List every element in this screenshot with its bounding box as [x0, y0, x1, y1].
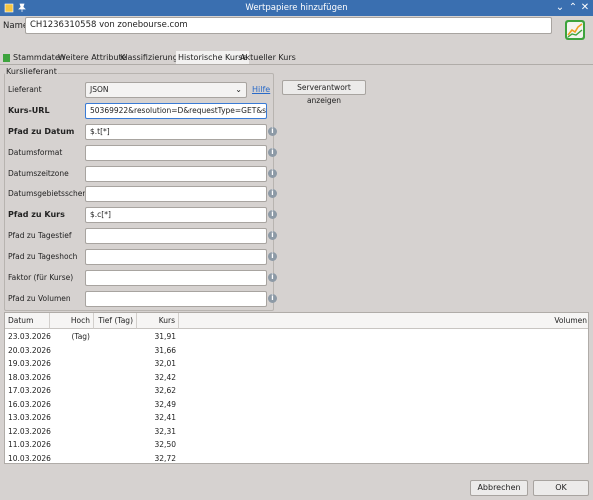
info-icon[interactable]: i — [268, 169, 277, 178]
cell-price: 32,41 — [154, 413, 176, 422]
info-icon[interactable]: i — [268, 273, 277, 282]
table-row[interactable]: 19.03.2026 32,01 — [5, 357, 588, 371]
date-path-label: Pfad zu Datum — [8, 127, 75, 136]
cell-price: 31,91 — [154, 332, 176, 341]
cell-price: 32,72 — [154, 453, 176, 463]
price-table: Datum Hoch (Tag) Tief (Tag) Kurs Volumen… — [4, 312, 589, 464]
info-icon[interactable]: i — [268, 189, 277, 198]
factor-input[interactable] — [85, 270, 267, 286]
high-path-input[interactable] — [85, 249, 267, 265]
volume-path-input[interactable] — [85, 291, 267, 307]
price-path-input[interactable]: $.c[*] — [85, 207, 267, 223]
pin-icon[interactable] — [17, 3, 27, 13]
info-icon[interactable]: i — [268, 210, 277, 219]
column-header-low[interactable]: Tief (Tag) — [94, 313, 137, 329]
help-link[interactable]: Hilfe — [252, 83, 270, 97]
time-zone-label: Datumszeitzone — [8, 169, 69, 178]
date-locale-label: Datumsgebietsschema — [8, 189, 95, 198]
maximize-icon[interactable]: ⌃ — [568, 3, 578, 13]
close-icon[interactable]: ✕ — [580, 3, 590, 13]
app-menu-icon[interactable] — [4, 3, 14, 13]
window-title: Wertpapiere hinzufügen — [245, 3, 348, 13]
cell-price: 32,31 — [154, 426, 176, 436]
provider-value: JSON — [90, 85, 109, 94]
stammdaten-tab-icon — [3, 54, 10, 62]
table-row[interactable]: 13.03.2026 32,41 — [5, 411, 588, 425]
column-header-volume[interactable]: Volumen — [179, 313, 588, 329]
provider-label: Lieferant — [8, 85, 42, 94]
title-bar: Wertpapiere hinzufügen ⌄ ⌃ ✕ — [0, 0, 593, 16]
info-icon[interactable]: i — [268, 252, 277, 261]
cell-date: 19.03.2026 — [8, 359, 51, 368]
cell-price: 31,66 — [154, 345, 176, 355]
name-input[interactable]: CH1236310558 von zonebourse.com — [25, 17, 552, 34]
info-icon[interactable]: i — [268, 231, 277, 240]
table-row[interactable]: 12.03.2026 32,31 — [5, 425, 588, 439]
security-logo-icon — [565, 20, 585, 40]
group-title: Kurslieferant — [5, 67, 58, 76]
cell-date: 11.03.2026 — [8, 440, 51, 449]
cell-date: 13.03.2026 — [8, 413, 51, 422]
time-zone-input[interactable] — [85, 166, 267, 182]
minimize-icon[interactable]: ⌄ — [555, 3, 565, 13]
date-locale-input[interactable] — [85, 186, 267, 202]
table-row[interactable]: 23.03.2026 31,91 — [5, 330, 588, 344]
info-icon[interactable]: i — [268, 294, 277, 303]
date-format-label: Datumsformat — [8, 148, 63, 157]
low-path-input[interactable] — [85, 228, 267, 244]
info-icon[interactable]: i — [268, 148, 277, 157]
tab-aktueller-kurs[interactable]: Aktueller Kurs — [238, 51, 298, 65]
table-row[interactable]: 18.03.2026 32,42 — [5, 371, 588, 385]
info-icon[interactable]: i — [268, 127, 277, 136]
column-header-high[interactable]: Hoch (Tag) — [50, 313, 94, 341]
cell-price: 32,49 — [154, 399, 176, 409]
date-path-input[interactable]: $.t[*] — [85, 124, 267, 140]
url-input[interactable]: 50369922&resolution=D&requestType=GET&sr… — [85, 103, 267, 119]
date-format-input[interactable] — [85, 145, 267, 161]
column-header-date[interactable]: Datum — [5, 313, 50, 329]
table-row[interactable]: 17.03.2026 32,62 — [5, 384, 588, 398]
cell-date: 20.03.2026 — [8, 345, 51, 355]
table-row[interactable]: 20.03.2026 31,66 — [5, 344, 588, 358]
show-server-response-button[interactable]: Serverantwort anzeigen — [282, 80, 366, 105]
tab-divider — [0, 64, 593, 65]
table-row[interactable]: 11.03.2026 32,50 — [5, 438, 588, 452]
chevron-down-icon: ⌄ — [235, 85, 242, 94]
cell-date: 17.03.2026 — [8, 386, 51, 395]
price-path-label: Pfad zu Kurs — [8, 210, 65, 219]
volume-path-label: Pfad zu Volumen — [8, 294, 71, 303]
column-header-price[interactable]: Kurs — [137, 313, 179, 329]
cell-price: 32,42 — [154, 372, 176, 382]
cell-date: 12.03.2026 — [8, 426, 51, 436]
cell-price: 32,01 — [154, 359, 176, 368]
cancel-button[interactable]: Abbrechen — [470, 480, 528, 496]
ok-button[interactable]: OK — [533, 480, 589, 496]
cell-date: 18.03.2026 — [8, 372, 51, 382]
cell-date: 23.03.2026 — [8, 332, 51, 341]
cell-date: 16.03.2026 — [8, 399, 51, 409]
cell-price: 32,62 — [154, 386, 176, 395]
table-row[interactable]: 16.03.2026 32,49 — [5, 398, 588, 412]
cell-date: 10.03.2026 — [8, 453, 51, 463]
url-label: Kurs-URL — [8, 106, 50, 115]
cell-price: 32,50 — [154, 440, 176, 449]
provider-select[interactable]: JSON ⌄ — [85, 82, 247, 98]
table-row[interactable]: 10.03.2026 32,72 — [5, 452, 588, 464]
high-path-label: Pfad zu Tageshoch — [8, 252, 78, 261]
low-path-label: Pfad zu Tagestief — [8, 231, 72, 240]
factor-label: Faktor (für Kurse) — [8, 273, 74, 282]
